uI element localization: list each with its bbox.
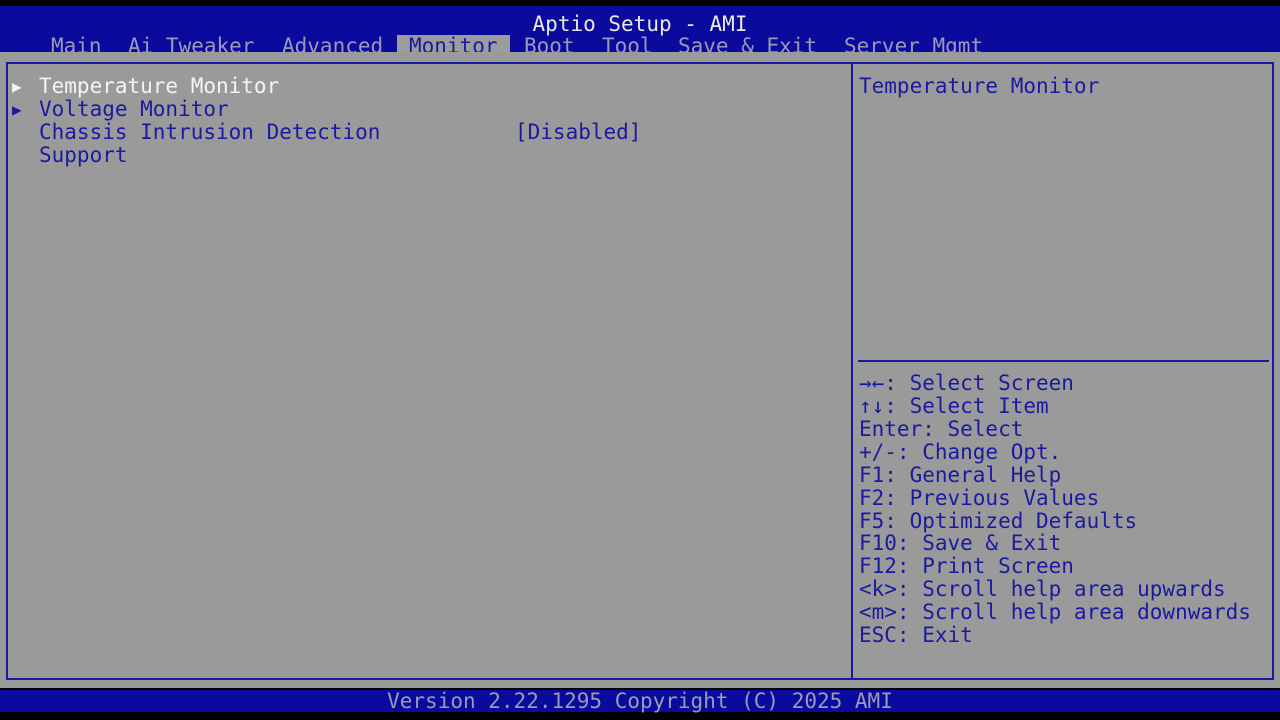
header-bar: Aptio Setup - AMI Main Ai Tweaker Advanc…	[0, 6, 1280, 52]
app-title: Aptio Setup - AMI	[0, 13, 1280, 35]
content-frame: ▶ Temperature Monitor ▶ Voltage Monitor …	[6, 62, 1274, 680]
help-key-line: ↑↓: Select Item	[859, 395, 1049, 418]
help-key-line: F1: General Help	[859, 464, 1061, 487]
help-key-line: <k>: Scroll help area upwards	[859, 578, 1226, 601]
help-key-line: F5: Optimized Defaults	[859, 510, 1137, 533]
help-key-line: F2: Previous Values	[859, 487, 1099, 510]
menu-item-temperature-monitor[interactable]: Temperature Monitor	[39, 75, 279, 98]
submenu-arrow-icon: ▶	[12, 98, 22, 121]
help-key-line: →←: Select Screen	[859, 372, 1074, 395]
help-key-line: ESC: Exit	[859, 624, 973, 647]
footer-version: Version 2.22.1295 Copyright (C) 2025 AMI	[0, 690, 1280, 712]
help-divider	[858, 360, 1269, 362]
menu-item-chassis-intrusion[interactable]: Chassis Intrusion Detection	[39, 121, 380, 144]
main-panel: ▶ Temperature Monitor ▶ Voltage Monitor …	[0, 52, 1280, 688]
chassis-intrusion-value[interactable]: [Disabled]	[515, 121, 641, 144]
help-key-line: Enter: Select	[859, 418, 1023, 441]
panel-divider	[851, 64, 853, 678]
help-key-line: F12: Print Screen	[859, 555, 1074, 578]
submenu-arrow-icon: ▶	[12, 75, 22, 98]
menu-item-support: Support	[39, 144, 128, 167]
help-key-line: <m>: Scroll help area downwards	[859, 601, 1251, 624]
help-key-line: F10: Save & Exit	[859, 532, 1061, 555]
help-description: Temperature Monitor	[859, 75, 1099, 98]
menu-item-voltage-monitor[interactable]: Voltage Monitor	[39, 98, 229, 121]
help-key-line: +/-: Change Opt.	[859, 441, 1061, 464]
